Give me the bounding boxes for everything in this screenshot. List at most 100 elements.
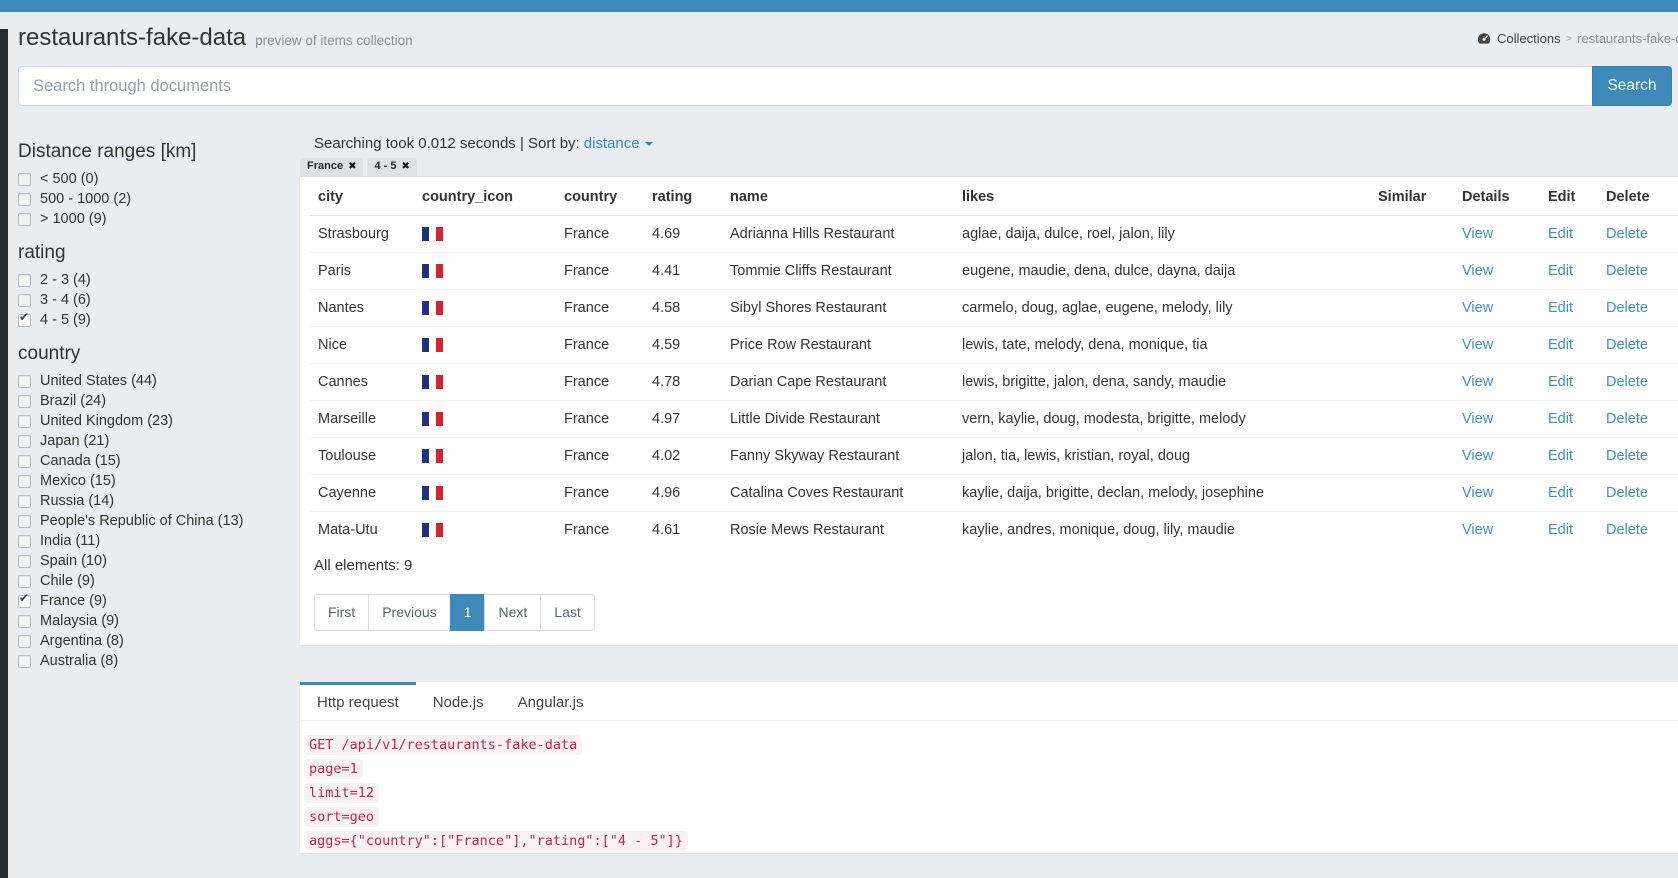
tab-angular-js[interactable]: Angular.js [501, 682, 601, 720]
filter-chip-france[interactable]: France ✖ [300, 158, 364, 176]
facet-option-canada-15[interactable]: Canada (15) [18, 451, 286, 471]
page-button-next[interactable]: Next [484, 594, 542, 631]
checkbox-unchecked[interactable] [18, 374, 31, 388]
cell-country: France [564, 226, 610, 242]
facet-option-4-5-9[interactable]: ✔ 4 - 5 (9) [18, 310, 286, 330]
view-link[interactable]: View [1462, 263, 1493, 279]
view-link[interactable]: View [1462, 300, 1493, 316]
edit-link[interactable]: Edit [1548, 522, 1573, 538]
cell-delete-link: Delete [1598, 326, 1678, 364]
flag-stripe [429, 449, 436, 464]
facet-option-500-1000-2[interactable]: 500 - 1000 (2) [18, 189, 286, 209]
tab-http-request[interactable]: Http request [300, 682, 416, 720]
sort-dropdown[interactable]: distance [584, 135, 653, 152]
delete-link[interactable]: Delete [1606, 226, 1648, 242]
checkbox-unchecked[interactable] [18, 534, 31, 548]
facet-option-malaysia-9[interactable]: Malaysia (9) [18, 611, 286, 631]
facet-option-russia-14[interactable]: Russia (14) [18, 491, 286, 511]
checkbox-unchecked[interactable] [18, 172, 31, 186]
facet-option-united-states-44[interactable]: United States (44) [18, 371, 286, 391]
edit-link[interactable]: Edit [1548, 226, 1573, 242]
facet-option-3-4-6[interactable]: 3 - 4 (6) [18, 290, 286, 310]
checkbox-checked[interactable]: ✔ [18, 591, 31, 608]
code-line: limit=12 [304, 782, 1663, 804]
facet-option-2-3-4[interactable]: 2 - 3 (4) [18, 270, 286, 290]
checkbox-unchecked[interactable] [18, 212, 31, 226]
edit-link[interactable]: Edit [1548, 374, 1573, 390]
checkbox-unchecked[interactable] [18, 514, 31, 528]
checkbox-unchecked[interactable] [18, 634, 31, 648]
page-button-last[interactable]: Last [540, 594, 595, 631]
remove-icon[interactable]: ✖ [348, 160, 356, 173]
facet-option-label: Mexico (15) [40, 473, 116, 489]
search-input[interactable] [18, 66, 1592, 106]
checkbox-unchecked[interactable] [18, 414, 31, 428]
checkbox-checked[interactable]: ✔ [18, 310, 31, 327]
cell-similar [1370, 326, 1454, 364]
view-link[interactable]: View [1462, 226, 1493, 242]
view-link[interactable]: View [1462, 522, 1493, 538]
facet-option-spain-10[interactable]: Spain (10) [18, 551, 286, 571]
view-link[interactable]: View [1462, 448, 1493, 464]
checkbox-unchecked[interactable] [18, 474, 31, 488]
flag-stripe [436, 449, 443, 464]
facet-option-australia-8[interactable]: Australia (8) [18, 651, 286, 671]
view-link[interactable]: View [1462, 374, 1493, 390]
facet-option-chile-9[interactable]: Chile (9) [18, 571, 286, 591]
delete-link[interactable]: Delete [1606, 263, 1648, 279]
checkbox-unchecked[interactable] [18, 394, 31, 408]
search-button[interactable]: Search [1592, 66, 1672, 106]
view-link[interactable]: View [1462, 411, 1493, 427]
code-line: page=1 [304, 758, 1663, 780]
edit-link[interactable]: Edit [1548, 263, 1573, 279]
facet-option-france-9[interactable]: ✔ France (9) [18, 591, 286, 611]
page-button-first[interactable]: First [314, 594, 370, 631]
facet-option-brazil-24[interactable]: Brazil (24) [18, 391, 286, 411]
edit-link[interactable]: Edit [1548, 337, 1573, 353]
filter-chip-4-5[interactable]: 4 - 5 ✖ [367, 158, 417, 176]
facet-option-united-kingdom-23[interactable]: United Kingdom (23) [18, 411, 286, 431]
column-header-similar: Similar [1370, 177, 1454, 216]
facet-option-people-s-republic-of-china-13[interactable]: People's Republic of China (13) [18, 511, 286, 531]
delete-link[interactable]: Delete [1606, 411, 1648, 427]
edit-link[interactable]: Edit [1548, 300, 1573, 316]
remove-icon[interactable]: ✖ [401, 160, 409, 173]
facet-option-label: India (11) [40, 533, 101, 549]
code-text: aggs={"country":["France"],"rating":["4 … [304, 831, 688, 851]
checkbox-unchecked[interactable] [18, 434, 31, 448]
checkbox-unchecked[interactable] [18, 574, 31, 588]
breadcrumb-collections-link[interactable]: Collections [1497, 31, 1561, 46]
delete-link[interactable]: Delete [1606, 522, 1648, 538]
facet-option-japan-21[interactable]: Japan (21) [18, 431, 286, 451]
delete-link[interactable]: Delete [1606, 485, 1648, 501]
checkbox-unchecked[interactable] [18, 614, 31, 628]
view-link[interactable]: View [1462, 337, 1493, 353]
facet-option-1000-9[interactable]: > 1000 (9) [18, 209, 286, 229]
view-link[interactable]: View [1462, 485, 1493, 501]
column-header-country-icon: country_icon [414, 177, 556, 216]
delete-link[interactable]: Delete [1606, 337, 1648, 353]
facet-option-india-11[interactable]: India (11) [18, 531, 286, 551]
tab-node-js[interactable]: Node.js [416, 682, 501, 720]
edit-link[interactable]: Edit [1548, 448, 1573, 464]
edit-link[interactable]: Edit [1548, 485, 1573, 501]
cell-name: Sibyl Shores Restaurant [722, 289, 954, 327]
delete-link[interactable]: Delete [1606, 300, 1648, 316]
facet-option-500-0[interactable]: < 500 (0) [18, 169, 286, 189]
checkbox-unchecked[interactable] [18, 654, 31, 668]
checkbox-unchecked[interactable] [18, 454, 31, 468]
facet-option-argentina-8[interactable]: Argentina (8) [18, 631, 286, 651]
checkbox-unchecked[interactable] [18, 494, 31, 508]
checkbox-unchecked[interactable] [18, 554, 31, 568]
checkbox-unchecked[interactable] [18, 273, 31, 287]
edit-link[interactable]: Edit [1548, 411, 1573, 427]
facet-option-mexico-15[interactable]: Mexico (15) [18, 471, 286, 491]
table-row: Nice France 4.59 Price Row Restaurant lewis,… [310, 326, 1678, 364]
page-button-1[interactable]: 1 [449, 594, 486, 631]
delete-link[interactable]: Delete [1606, 374, 1648, 390]
checkbox-unchecked[interactable] [18, 192, 31, 206]
flag-stripe [429, 338, 436, 353]
checkbox-unchecked[interactable] [18, 293, 31, 307]
page-button-previous[interactable]: Previous [368, 594, 451, 631]
delete-link[interactable]: Delete [1606, 448, 1648, 464]
